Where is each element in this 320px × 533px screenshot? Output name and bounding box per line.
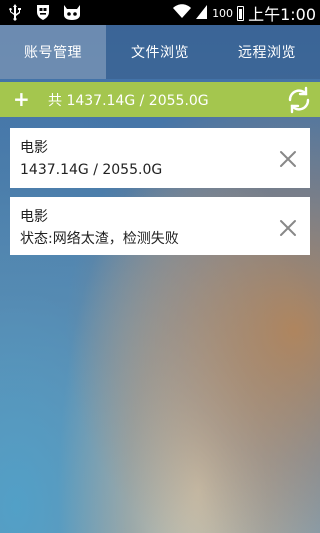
battery-icon	[237, 5, 245, 21]
usb-icon	[6, 3, 24, 21]
refresh-icon[interactable]	[284, 85, 314, 115]
signal-icon	[196, 2, 208, 24]
close-icon[interactable]	[278, 218, 298, 238]
storage-total: 共 1437.14G / 2055.0G	[48, 93, 209, 109]
notification-shield-icon	[34, 3, 52, 21]
tab-account-management[interactable]: 账号管理	[0, 25, 106, 79]
status-bar: 100 上午1:00	[0, 0, 320, 25]
account-card[interactable]: 电影 1437.14G / 2055.0G	[10, 128, 310, 188]
account-name: 电影	[20, 209, 48, 225]
add-account-button[interactable]: +	[13, 87, 30, 111]
account-card[interactable]: 电影 状态:网络太渣，检测失败	[10, 197, 310, 255]
clock: 上午1:00	[248, 5, 316, 24]
account-usage: 1437.14G / 2055.0G	[20, 162, 163, 178]
tab-bar: 账号管理 文件浏览 远程浏览	[0, 25, 320, 79]
tab-remote-browse[interactable]: 远程浏览	[214, 25, 320, 79]
battery-level: 100	[212, 6, 234, 20]
storage-summary-bar: + 共 1437.14G / 2055.0G	[0, 82, 320, 117]
wifi-icon	[172, 2, 192, 24]
close-icon[interactable]	[278, 149, 298, 169]
tab-file-browse[interactable]: 文件浏览	[107, 25, 213, 79]
account-status: 状态:网络太渣，检测失败	[20, 231, 179, 247]
android-mascot-icon	[62, 3, 80, 21]
account-name: 电影	[20, 140, 48, 156]
